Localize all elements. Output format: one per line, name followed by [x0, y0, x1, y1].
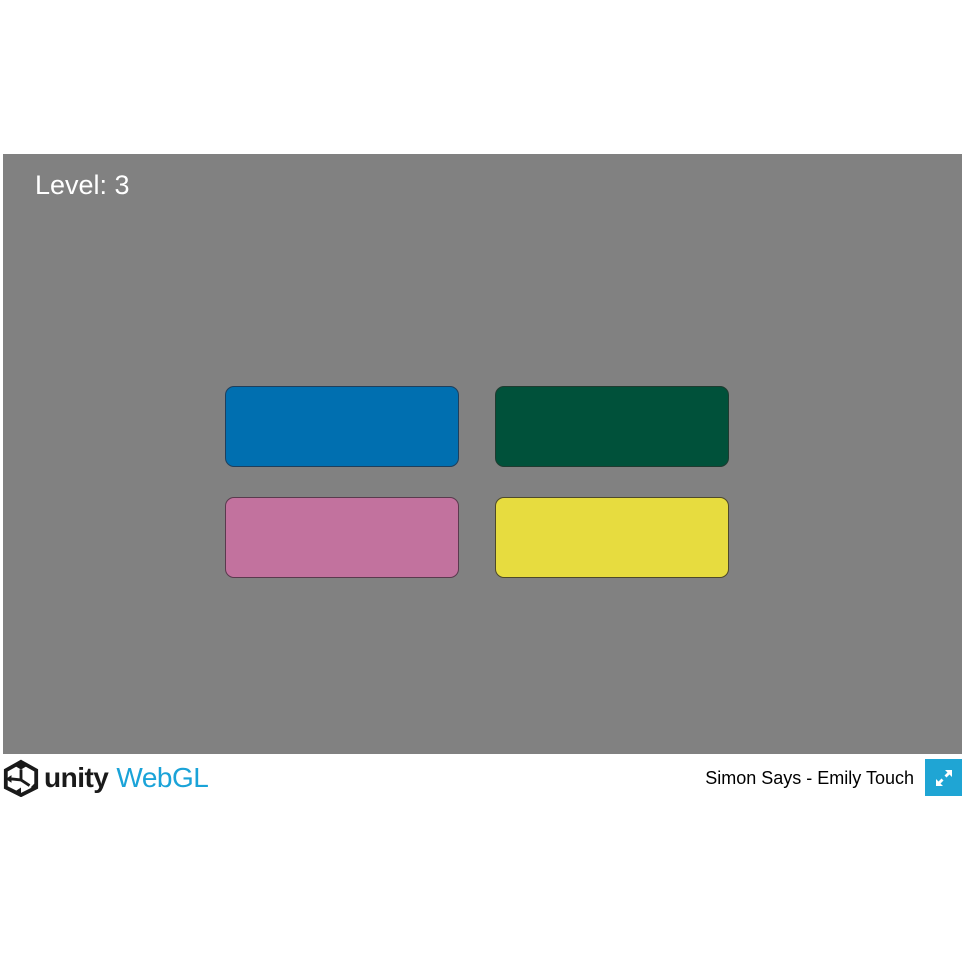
- game-title: Simon Says - Emily Touch: [705, 768, 914, 788]
- unity-wordmark: unity: [44, 762, 109, 793]
- pink-button[interactable]: [225, 497, 459, 578]
- fullscreen-icon: [935, 769, 952, 786]
- game-canvas[interactable]: Level: 3: [3, 154, 962, 754]
- webgl-wordmark: WebGL: [116, 762, 209, 793]
- unity-cube-icon: [3, 759, 39, 797]
- level-label: Level: 3: [35, 170, 130, 200]
- fullscreen-button[interactable]: [925, 759, 962, 796]
- blue-button[interactable]: [225, 386, 459, 467]
- yellow-button[interactable]: [495, 497, 729, 578]
- page: Level: 3 unity WebGL Simon Says - Emily …: [0, 0, 962, 962]
- footer: unity WebGL Simon Says - Emily Touch: [0, 754, 962, 800]
- unity-webgl-logo: unity WebGL: [2, 758, 209, 798]
- green-button[interactable]: [495, 386, 729, 467]
